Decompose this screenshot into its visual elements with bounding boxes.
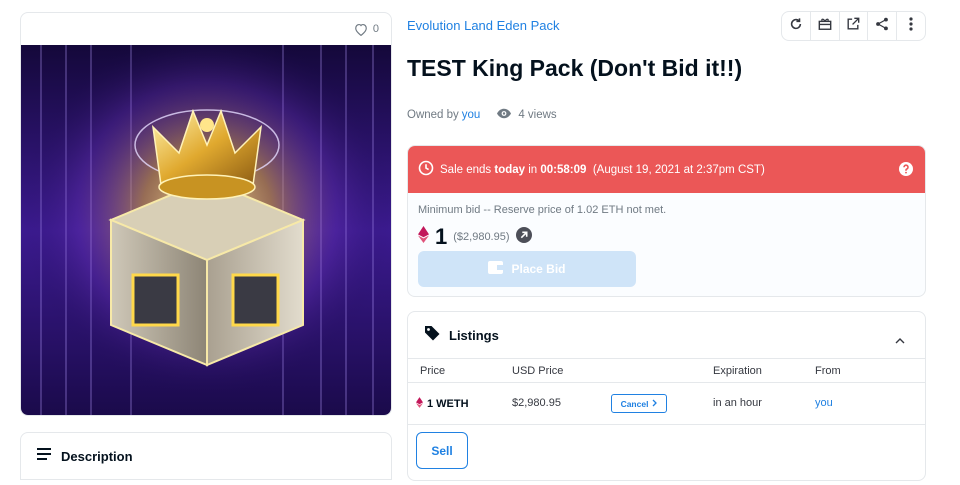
share-icon	[875, 17, 889, 36]
nft-image[interactable]	[21, 45, 391, 415]
description-icon	[37, 447, 51, 465]
chevron-right-icon	[652, 399, 658, 409]
refresh-icon	[789, 17, 803, 36]
sale-panel: Sale ends today in 00:58:09 (August 19, …	[407, 145, 926, 297]
sale-ends-text: Sale ends today in 00:58:09 (August 19, …	[440, 164, 765, 176]
listing-expiration: in an hour	[713, 397, 762, 409]
eye-icon	[496, 108, 512, 122]
refresh-button[interactable]	[782, 12, 811, 40]
cancel-listing-button[interactable]: Cancel	[611, 394, 667, 413]
tag-icon	[424, 325, 440, 346]
description-title: Description	[61, 448, 133, 464]
place-bid-label: Place Bid	[511, 262, 566, 276]
owner-line: Owned by you 4 views	[407, 108, 557, 122]
listing-price-value: 1 WETH	[427, 398, 469, 410]
wallet-icon	[488, 261, 504, 277]
views-label: 4 views	[518, 109, 557, 121]
description-panel[interactable]: Description	[20, 432, 392, 480]
listings-panel: Listings Price USD Price Expiration From…	[407, 311, 926, 481]
media-header: 0	[21, 13, 391, 45]
listings-title: Listings	[449, 327, 499, 343]
column-header-usd-price: USD Price	[512, 365, 564, 377]
collection-link[interactable]: Evolution Land Eden Pack	[407, 18, 560, 33]
column-header-price: Price	[420, 365, 446, 377]
external-link-icon	[846, 17, 860, 36]
cancel-label: Cancel	[620, 398, 649, 409]
listings-header[interactable]: Listings	[408, 312, 925, 359]
item-title: TEST King Pack (Don't Bid it!!)	[407, 55, 743, 81]
clock-icon	[418, 160, 434, 179]
sale-emphasis: today	[494, 163, 526, 176]
minimum-bid-label: Minimum bid -- Reserve price of 1.02 ETH…	[418, 204, 667, 216]
sale-countdown: 00:58:09	[540, 163, 587, 176]
arrow-up-right-icon[interactable]	[515, 226, 532, 248]
eth-icon	[418, 226, 429, 248]
owner-link[interactable]: you	[462, 109, 481, 121]
transfer-button[interactable]	[811, 12, 840, 40]
listing-price: 1 WETH	[416, 397, 469, 411]
listing-usd-price: $2,980.95	[512, 397, 561, 409]
price-value: 1	[435, 224, 448, 249]
item-toolbar	[781, 11, 926, 41]
listing-from-link[interactable]: you	[815, 397, 833, 409]
views-count: 4 views	[496, 108, 557, 122]
help-icon[interactable]	[898, 161, 914, 180]
heart-icon[interactable]	[354, 23, 368, 36]
chevron-up-icon[interactable]	[895, 331, 905, 349]
place-bid-button[interactable]: Place Bid	[418, 251, 636, 287]
open-external-button[interactable]	[840, 12, 869, 40]
sale-in-label: in	[528, 163, 538, 176]
gift-icon	[818, 17, 832, 36]
eth-icon	[416, 397, 423, 411]
divider	[408, 382, 925, 383]
price-usd: ($2,980.95)	[453, 231, 510, 243]
favorites-count: 0	[372, 23, 379, 35]
divider	[408, 424, 925, 425]
share-button[interactable]	[868, 12, 898, 40]
sale-prefix: Sale ends	[440, 163, 492, 176]
more-icon	[909, 16, 913, 36]
more-options-button[interactable]	[897, 12, 925, 40]
sale-end-date: (August 19, 2021 at 2:37pm CST)	[592, 163, 765, 176]
sale-ends-banner: Sale ends today in 00:58:09 (August 19, …	[408, 146, 925, 193]
current-price: 1 ($2,980.95)	[418, 224, 532, 250]
column-header-from: From	[815, 365, 841, 377]
owned-by-label: Owned by	[407, 109, 459, 121]
column-header-expiration: Expiration	[713, 365, 762, 377]
item-media-card: 0	[20, 12, 392, 416]
sell-button[interactable]: Sell	[416, 432, 468, 469]
